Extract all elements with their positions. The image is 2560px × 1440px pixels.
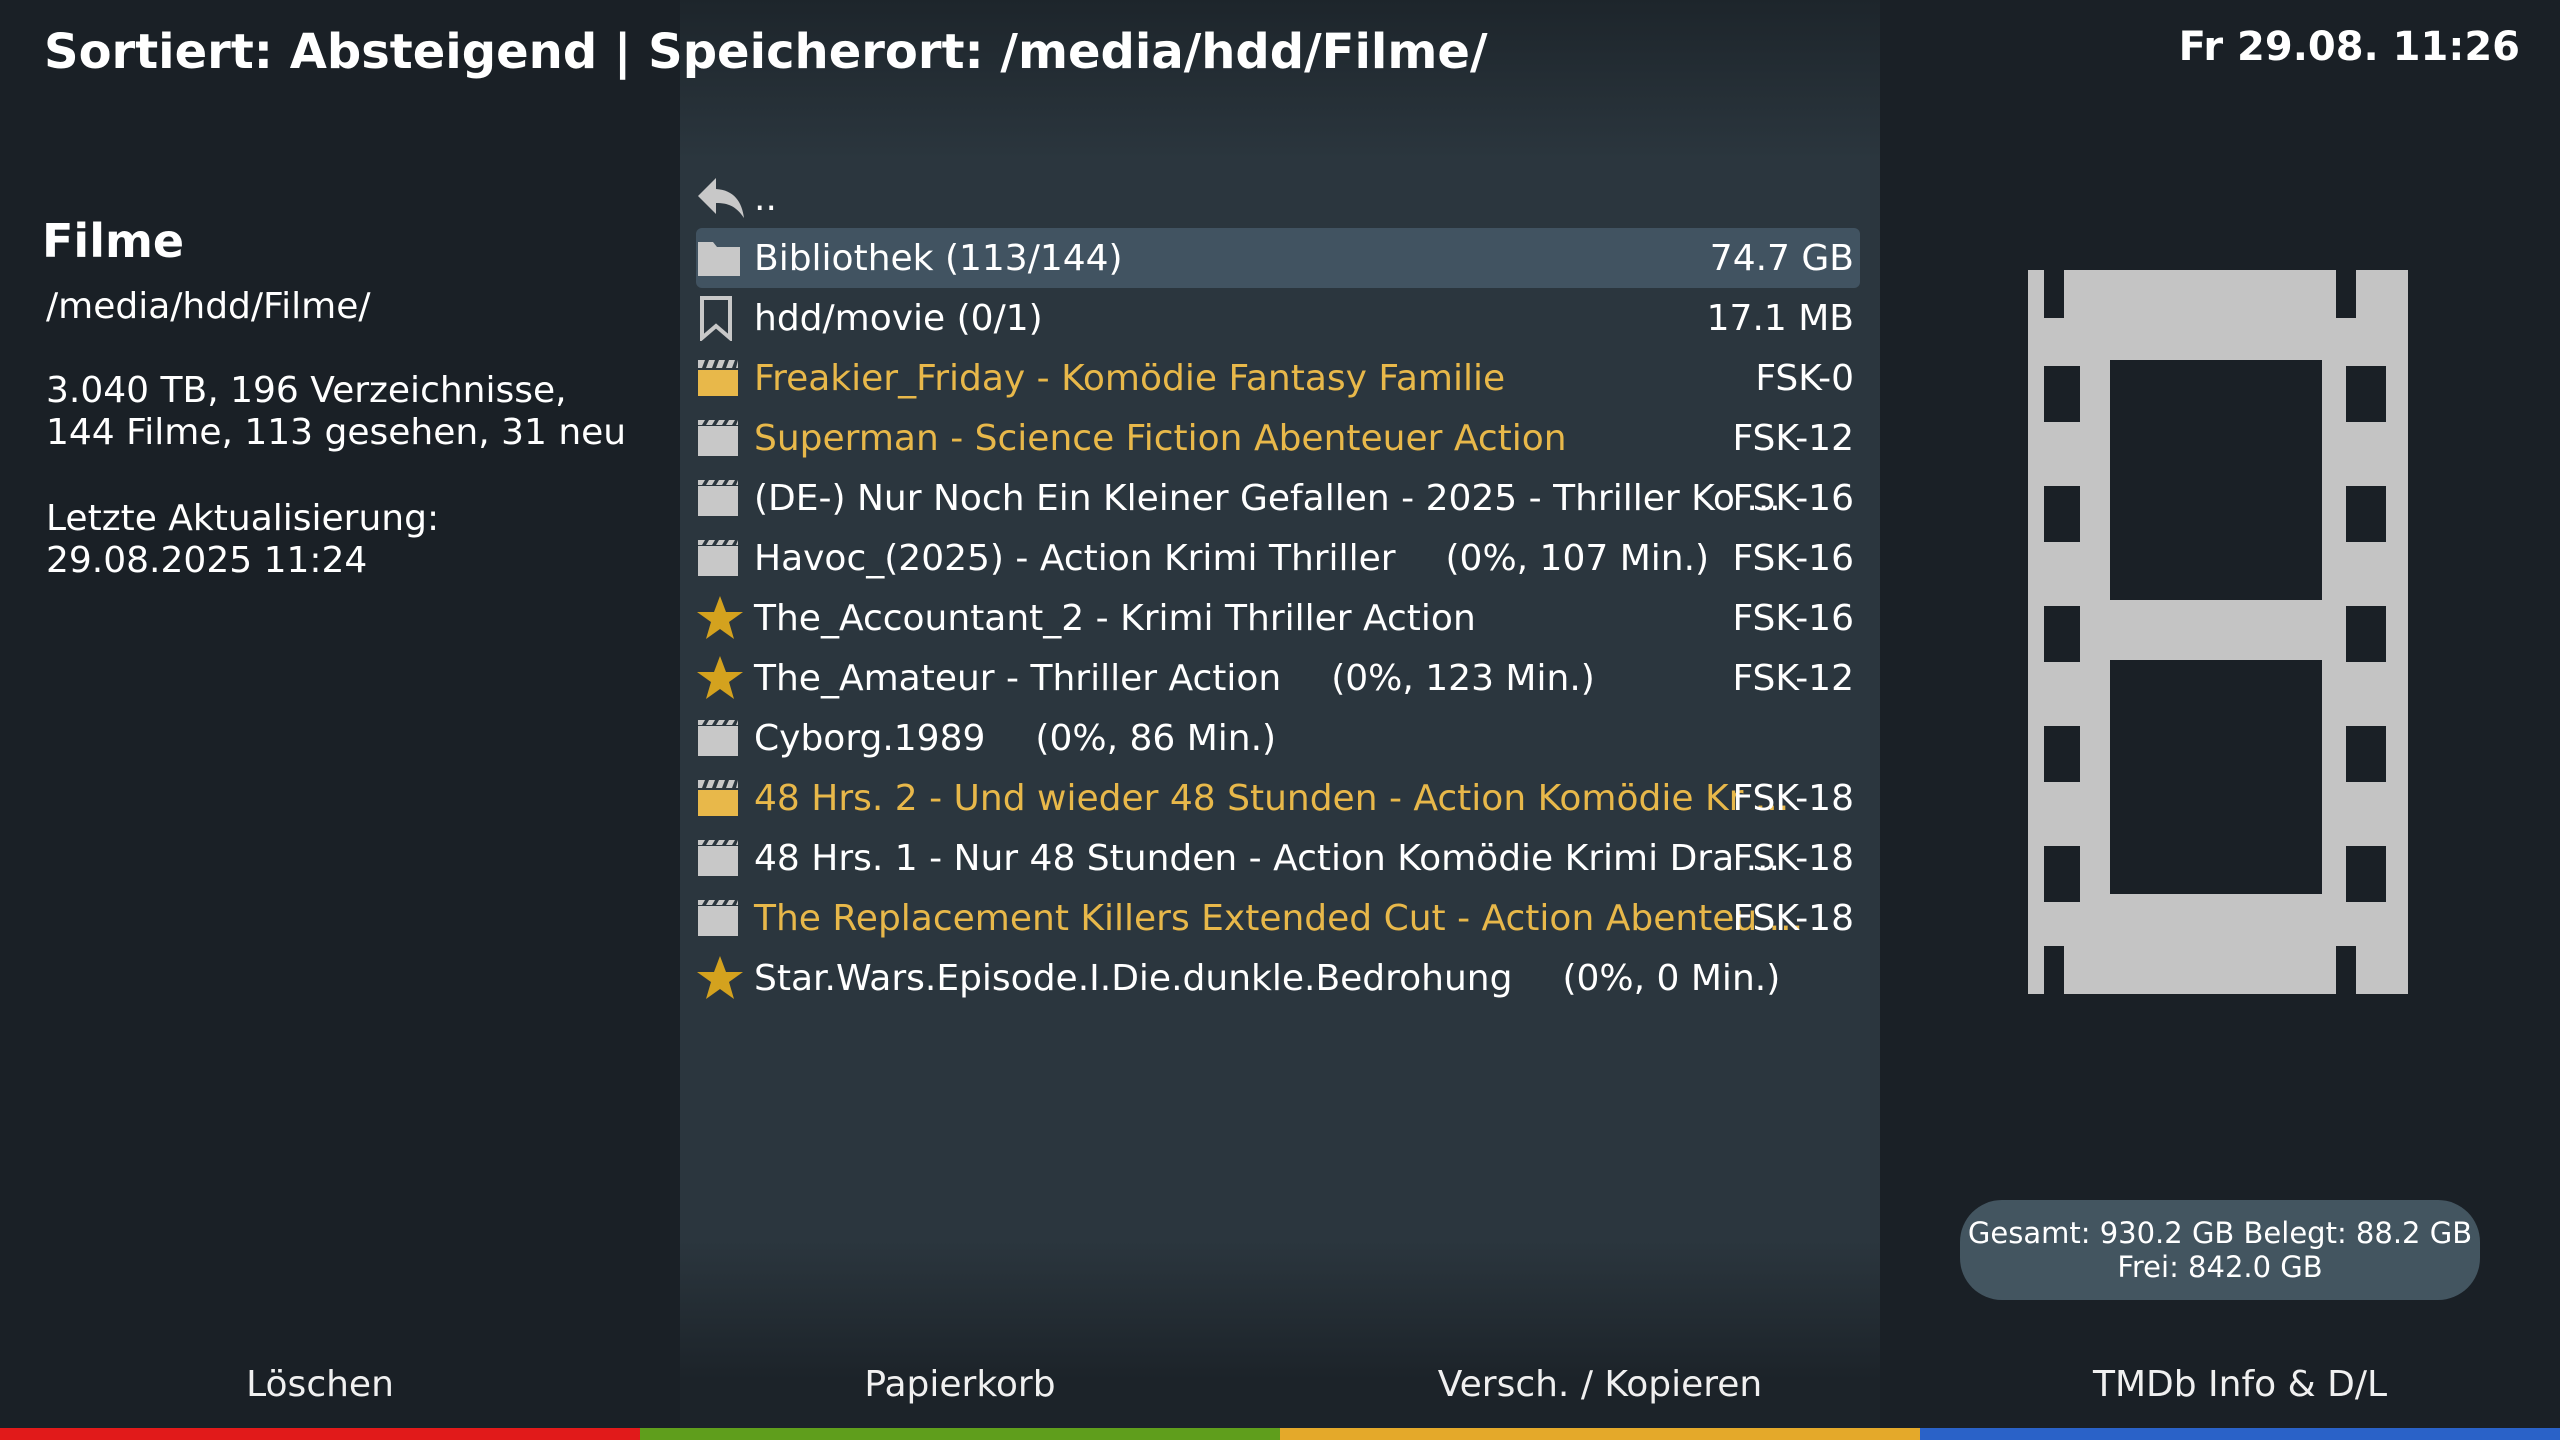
list-item[interactable]: 48 Hrs. 2 - Und wieder 48 Stunden - Acti…: [696, 768, 1860, 828]
back-arrow-icon: [696, 168, 748, 228]
trash-button-label: Papierkorb: [864, 1364, 1056, 1405]
star-icon: [696, 648, 748, 708]
list-item[interactable]: The Replacement Killers Extended Cut - A…: [696, 888, 1860, 948]
yellow-key-bar: [1280, 1428, 1920, 1440]
info-path: /media/hdd/Filme/: [46, 286, 371, 327]
clock: Fr 29.08. 11:26: [2178, 24, 2520, 70]
item-age-rating: FSK-18: [1732, 837, 1854, 879]
list-item[interactable]: Cyborg.1989 (0%, 86 Min.): [696, 708, 1860, 768]
parent-directory-item[interactable]: ..: [696, 168, 1860, 228]
item-size: 74.7 GB: [1709, 237, 1854, 279]
move-copy-button-label: Versch. / Kopieren: [1437, 1364, 1763, 1405]
list-item[interactable]: Havoc_(2025) - Action Krimi Thriller (0%,…: [696, 528, 1860, 588]
trash-button[interactable]: Papierkorb: [640, 1360, 1280, 1440]
item-age-rating: FSK-16: [1732, 597, 1854, 639]
star-icon: [696, 588, 748, 648]
item-name: The_Amateur - Thriller Action: [754, 657, 1282, 699]
disk-usage-line1: Gesamt: 930.2 GB Belegt: 88.2 GB: [1967, 1216, 2473, 1250]
clapperboard-icon: [696, 468, 748, 528]
item-name: ..: [754, 177, 777, 219]
film-strip-icon: [2028, 270, 2408, 994]
info-last-update: Letzte Aktualisierung: 29.08.2025 11:24: [46, 498, 440, 581]
item-name: Cyborg.1989: [754, 717, 986, 759]
green-key-bar: [640, 1428, 1280, 1440]
bookmark-icon: [696, 288, 748, 348]
item-age-rating: FSK-12: [1732, 417, 1854, 459]
disk-usage-line2: Frei: 842.0 GB: [2117, 1250, 2323, 1284]
list-item[interactable]: Bibliothek (113/144) 74.7 GB: [696, 228, 1860, 288]
clapperboard-icon: [696, 828, 748, 888]
tmdb-info-button-label: TMDb Info & D/L: [2092, 1364, 2388, 1405]
item-name: The_Accountant_2 - Krimi Thriller Action: [754, 597, 1476, 639]
list-item[interactable]: hdd/movie (0/1) 17.1 MB: [696, 288, 1860, 348]
media-browser-screen: Sortiert: Absteigend | Speicherort: /med…: [0, 0, 2560, 1440]
list-item[interactable]: Freakier_Friday - Komödie Fantasy Famili…: [696, 348, 1860, 408]
info-title: Filme: [42, 214, 185, 268]
item-name: Star.Wars.Episode.I.Die.dunkle.Bedrohung: [754, 957, 1513, 999]
clapperboard-icon: [696, 528, 748, 588]
item-age-rating: FSK-0: [1755, 357, 1854, 399]
delete-button[interactable]: Löschen: [0, 1360, 640, 1440]
clapperboard-icon: [696, 708, 748, 768]
item-name: Freakier_Friday - Komödie Fantasy Famili…: [754, 357, 1506, 399]
delete-button-label: Löschen: [246, 1364, 394, 1405]
item-name: The Replacement Killers Extended Cut - A…: [754, 897, 1804, 939]
item-age-rating: FSK-16: [1732, 477, 1854, 519]
item-age-rating: FSK-12: [1732, 657, 1854, 699]
color-button-bar: Löschen Papierkorb Versch. / Kopieren TM…: [0, 1360, 2560, 1440]
red-key-bar: [0, 1428, 640, 1440]
blue-key-bar: [1920, 1428, 2560, 1440]
clapperboard-new-icon: [696, 348, 748, 408]
folder-icon: [696, 228, 748, 288]
item-progress: (0%, 107 Min.): [1445, 537, 1710, 579]
star-icon: [696, 948, 748, 1008]
list-item[interactable]: Superman - Science Fiction Abenteuer Act…: [696, 408, 1860, 468]
clapperboard-new-icon: [696, 768, 748, 828]
move-copy-button[interactable]: Versch. / Kopieren: [1280, 1360, 1920, 1440]
item-name: Superman - Science Fiction Abenteuer Act…: [754, 417, 1567, 459]
item-name: hdd/movie (0/1): [754, 297, 1043, 339]
disk-usage-badge: Gesamt: 930.2 GB Belegt: 88.2 GB Frei: 8…: [1960, 1200, 2480, 1300]
list-item[interactable]: The_Amateur - Thriller Action (0%, 123 Mi…: [696, 648, 1860, 708]
list-item[interactable]: The_Accountant_2 - Krimi Thriller Action…: [696, 588, 1860, 648]
item-progress: (0%, 0 Min.): [1562, 957, 1781, 999]
item-age-rating: FSK-18: [1732, 777, 1854, 819]
item-name: Havoc_(2025) - Action Krimi Thriller: [754, 537, 1396, 579]
clapperboard-icon: [696, 888, 748, 948]
item-progress: (0%, 123 Min.): [1331, 657, 1595, 699]
list-item[interactable]: (DE-) Nur Noch Ein Kleiner Gefallen - 20…: [696, 468, 1860, 528]
clapperboard-icon: [696, 408, 748, 468]
item-age-rating: FSK-16: [1732, 537, 1854, 579]
item-progress: (0%, 86 Min.): [1035, 717, 1277, 759]
item-size: 17.1 MB: [1706, 297, 1854, 339]
tmdb-info-button[interactable]: TMDb Info & D/L: [1920, 1360, 2560, 1440]
header-title: Sortiert: Absteigend | Speicherort: /med…: [44, 24, 1488, 80]
item-name: 48 Hrs. 2 - Und wieder 48 Stunden - Acti…: [754, 777, 1790, 819]
file-list: .. Bibliothek (113/144) 74.7 GB hdd/movie (…: [696, 168, 1860, 1008]
item-name: Bibliothek (113/144): [754, 237, 1123, 279]
item-name: (DE-) Nur Noch Ein Kleiner Gefallen - 20…: [754, 477, 1781, 519]
list-item[interactable]: 48 Hrs. 1 - Nur 48 Stunden - Action Komö…: [696, 828, 1860, 888]
item-age-rating: FSK-18: [1732, 897, 1854, 939]
info-stats: 3.040 TB, 196 Verzeichnisse, 144 Filme, …: [46, 370, 627, 453]
item-name: 48 Hrs. 1 - Nur 48 Stunden - Action Komö…: [754, 837, 1780, 879]
list-item[interactable]: Star.Wars.Episode.I.Die.dunkle.Bedrohung…: [696, 948, 1860, 1008]
